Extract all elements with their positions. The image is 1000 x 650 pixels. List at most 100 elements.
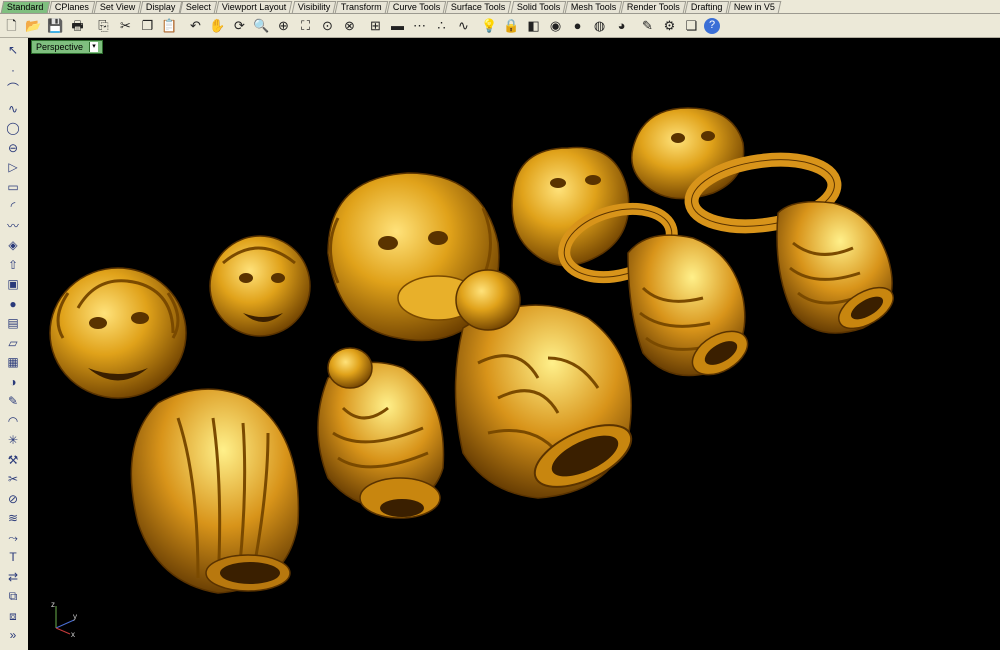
perspective-viewport[interactable]: Perspective ▾ z y x: [28, 38, 1000, 650]
trim-icon[interactable]: ✂: [4, 471, 22, 487]
four-viewports-icon[interactable]: ⊞: [366, 16, 385, 35]
toolbar-tab-strip: Standard CPlanes Set View Display Select View…: [0, 0, 1000, 14]
tab-set-view[interactable]: Set View: [93, 1, 142, 13]
sphere-gray-icon[interactable]: ◍: [590, 16, 609, 35]
sphere-blue-icon[interactable]: ◕: [612, 16, 631, 35]
surface-icon[interactable]: ◈: [4, 237, 22, 253]
tab-curve-tools[interactable]: Curve Tools: [386, 1, 447, 13]
tab-label: Viewport Layout: [222, 2, 287, 12]
arc-icon[interactable]: ◜: [4, 198, 22, 214]
boolean-icon[interactable]: ◑: [4, 374, 22, 390]
tab-display[interactable]: Display: [139, 1, 182, 13]
new-icon[interactable]: 🗋: [2, 16, 21, 35]
circle-icon[interactable]: ◯: [4, 120, 22, 136]
curves-icon[interactable]: ∿: [454, 16, 473, 35]
tab-label: Standard: [6, 2, 44, 12]
lion-bead-5[interactable]: [776, 201, 900, 337]
transform-icon[interactable]: ⇄: [4, 569, 22, 585]
group-icon[interactable]: ⧉: [4, 588, 22, 604]
lion-bead-2[interactable]: [317, 347, 445, 519]
zoom-extents-icon[interactable]: ⛶: [296, 16, 315, 35]
options-icon[interactable]: ✎: [638, 16, 657, 35]
zoom-selected-icon[interactable]: ⊙: [318, 16, 337, 35]
cylinder-icon[interactable]: ▤: [4, 315, 22, 331]
tab-transform[interactable]: Transform: [334, 1, 389, 13]
plane-icon[interactable]: ▱: [4, 335, 22, 351]
zoom-all-icon[interactable]: ⊗: [340, 16, 359, 35]
tab-render-tools[interactable]: Render Tools: [621, 1, 687, 13]
print-icon[interactable]: 🖶: [68, 16, 87, 35]
box-icon[interactable]: ▣: [4, 276, 22, 292]
tab-label: Transform: [341, 2, 382, 12]
gear-icon[interactable]: ⚙: [660, 16, 679, 35]
viewport-title: Perspective: [36, 42, 84, 52]
tab-select[interactable]: Select: [180, 1, 218, 13]
tab-mesh-tools[interactable]: Mesh Tools: [564, 1, 623, 13]
color-wheel-icon[interactable]: ◉: [546, 16, 565, 35]
curve-icon[interactable]: ∿: [4, 101, 22, 117]
fillet-icon[interactable]: ◠: [4, 413, 22, 429]
split-icon[interactable]: ⊘: [4, 491, 22, 507]
tab-drafting[interactable]: Drafting: [684, 1, 729, 13]
zoom-window-icon[interactable]: ⊕: [274, 16, 293, 35]
rotate-view-icon[interactable]: ⟳: [230, 16, 249, 35]
cplane-icon[interactable]: ▬: [388, 16, 407, 35]
tab-label: Set View: [99, 2, 135, 12]
polygon-icon[interactable]: ▷: [4, 159, 22, 175]
rectangle-icon[interactable]: ▭: [4, 179, 22, 195]
pan-hand-icon[interactable]: ✋: [208, 16, 227, 35]
mesh-icon[interactable]: ▦: [4, 354, 22, 370]
tab-viewport-layout[interactable]: Viewport Layout: [216, 1, 294, 13]
more-icon[interactable]: »: [4, 627, 22, 643]
tab-cplanes[interactable]: CPlanes: [48, 1, 95, 13]
light-icon[interactable]: 💡: [480, 16, 499, 35]
freeform-icon[interactable]: 〰: [4, 218, 22, 234]
open-icon[interactable]: 📂: [24, 16, 43, 35]
polyline-icon[interactable]: ⌒: [4, 81, 22, 97]
lion-bead-1[interactable]: [130, 388, 300, 594]
explode-icon[interactable]: ✳: [4, 432, 22, 448]
zoom-icon[interactable]: 🔍: [252, 16, 271, 35]
point-icon[interactable]: ·: [4, 62, 22, 78]
lion-head-1[interactable]: [49, 267, 187, 399]
lion-bead-4[interactable]: [627, 234, 755, 383]
lock-icon[interactable]: 🔒: [502, 16, 521, 35]
tab-label: CPlanes: [54, 2, 89, 12]
lion-bead-3[interactable]: [454, 269, 641, 500]
cut-icon[interactable]: ✂: [116, 16, 135, 35]
render-icon[interactable]: ●: [568, 16, 587, 35]
import-icon[interactable]: ⎘: [94, 16, 113, 35]
extrude-icon[interactable]: ⇧: [4, 257, 22, 273]
undo-icon[interactable]: ↶: [186, 16, 205, 35]
tab-standard[interactable]: Standard: [0, 1, 50, 13]
viewport-menu-arrow-icon[interactable]: ▾: [89, 42, 99, 52]
tab-visibility[interactable]: Visibility: [291, 1, 337, 13]
copy-icon[interactable]: ❐: [138, 16, 157, 35]
scene-render: [49, 107, 900, 594]
join-icon[interactable]: ⚒: [4, 452, 22, 468]
text-icon[interactable]: T: [4, 549, 22, 565]
tab-solid-tools[interactable]: Solid Tools: [510, 1, 567, 13]
grid-snap-icon[interactable]: ⋯: [410, 16, 429, 35]
layer-icon[interactable]: ❏: [682, 16, 701, 35]
points-icon[interactable]: ∴: [432, 16, 451, 35]
help-icon[interactable]: ?: [704, 17, 720, 34]
edit-icon[interactable]: ✎: [4, 393, 22, 409]
select-arrow-icon[interactable]: ↖: [4, 42, 22, 58]
array-icon[interactable]: ⧈: [4, 608, 22, 624]
save-icon[interactable]: 💾: [46, 16, 65, 35]
project-icon[interactable]: ⤳: [4, 530, 22, 546]
world-axes-icon: z y x: [51, 600, 77, 638]
tab-surface-tools[interactable]: Surface Tools: [444, 1, 512, 13]
axis-y-label: y: [73, 612, 77, 621]
paste-icon[interactable]: 📋: [160, 16, 179, 35]
offset-icon[interactable]: ≋: [4, 510, 22, 526]
tab-label: Render Tools: [627, 2, 681, 12]
axis-z-label: z: [51, 600, 55, 609]
shade-icon[interactable]: ◧: [524, 16, 543, 35]
tab-perspective-viewport[interactable]: Perspective ▾: [31, 40, 104, 54]
sphere-icon[interactable]: ●: [4, 296, 22, 312]
lion-head-2[interactable]: [209, 235, 311, 337]
tab-new-in-v5[interactable]: New in V5: [727, 1, 782, 13]
ellipse-icon[interactable]: ⊖: [4, 140, 22, 156]
